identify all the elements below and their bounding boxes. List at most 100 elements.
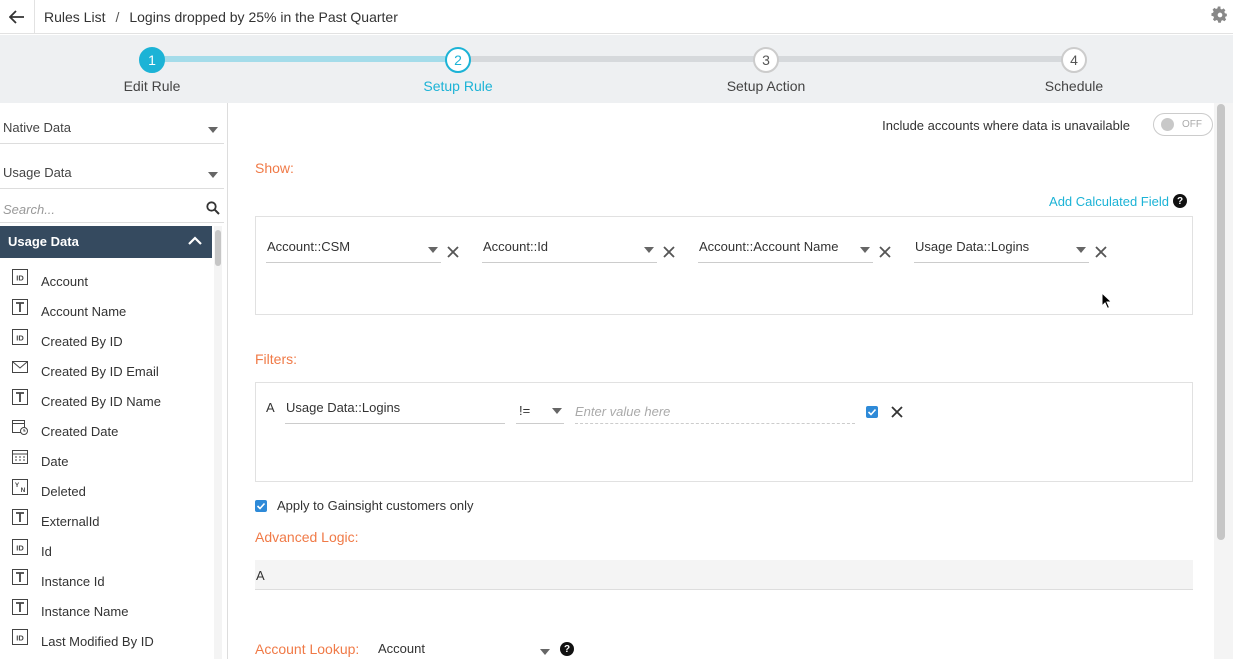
field-label: Created By ID	[41, 334, 123, 349]
field-item[interactable]: ExternalId	[0, 506, 212, 536]
field-item[interactable]: Account Name	[0, 296, 212, 326]
add-calculated-field-link[interactable]: Add Calculated Field	[1049, 194, 1169, 209]
filter-operator-value: !=	[519, 403, 531, 418]
field-item[interactable]: Instance Id	[0, 566, 212, 596]
field-item[interactable]: Created Date	[0, 416, 212, 446]
help-icon[interactable]: ?	[1173, 194, 1187, 208]
main-scrollbar-thumb[interactable]	[1217, 104, 1225, 540]
step-number: 3	[753, 47, 779, 73]
field-group-header[interactable]: Usage Data	[0, 226, 212, 258]
step-number: 1	[139, 47, 165, 73]
back-arrow-icon[interactable]	[0, 0, 34, 34]
field-item[interactable]: YN Deleted	[0, 476, 212, 506]
field-list: ID Account Account Name ID Created By ID…	[0, 266, 212, 656]
svg-text:N: N	[21, 487, 26, 494]
show-column-value: Account::CSM	[267, 239, 351, 254]
close-icon[interactable]	[879, 246, 891, 258]
field-item[interactable]: Created By ID Email	[0, 356, 212, 386]
field-label: Account Name	[41, 304, 127, 319]
chevron-down-icon	[428, 247, 438, 253]
include-accounts-toggle[interactable]: OFF	[1153, 113, 1213, 136]
object-select[interactable]: Usage Data	[0, 155, 224, 189]
field-label: ExternalId	[41, 514, 100, 529]
breadcrumb-rules-list[interactable]: Rules List	[35, 9, 105, 25]
help-icon[interactable]: ?	[560, 642, 574, 656]
account-lookup-label: Account Lookup:	[255, 641, 360, 657]
boolean-field-icon: YN	[12, 479, 28, 495]
advanced-logic-title: Advanced Logic:	[255, 529, 359, 545]
field-item[interactable]: Instance Name	[0, 596, 212, 626]
svg-text:ID: ID	[16, 634, 24, 643]
advanced-logic-input[interactable]	[255, 560, 1193, 590]
close-icon[interactable]	[891, 406, 903, 418]
field-label: Created By ID Name	[41, 394, 161, 409]
mouse-pointer-icon	[1101, 292, 1113, 310]
step-edit-rule[interactable]: 1 Edit Rule	[52, 47, 252, 94]
check-icon	[867, 408, 877, 416]
field-item[interactable]: Created By ID Name	[0, 386, 212, 416]
field-label: Deleted	[41, 484, 86, 499]
step-setup-rule[interactable]: 2 Setup Rule	[358, 47, 558, 94]
step-label: Schedule	[1044, 78, 1104, 94]
step-label: Edit Rule	[123, 78, 181, 94]
chevron-down-icon	[552, 408, 562, 414]
id-field-icon: ID	[12, 269, 28, 285]
field-label: Last Modified By ID	[41, 634, 154, 649]
filter-operator-select[interactable]: !=	[516, 401, 564, 424]
step-schedule[interactable]: 4 Schedule	[974, 47, 1174, 94]
svg-text:ID: ID	[16, 274, 24, 283]
search-input[interactable]	[3, 202, 193, 217]
chevron-down-icon	[540, 649, 550, 655]
field-group-title: Usage Data	[8, 234, 79, 249]
step-setup-action[interactable]: 3 Setup Action	[666, 47, 866, 94]
id-field-icon: ID	[12, 329, 28, 345]
filters-box: A Usage Data::Logins !=	[255, 382, 1193, 482]
field-label: Instance Id	[41, 574, 105, 589]
show-column-select[interactable]: Usage Data::Logins	[914, 239, 1089, 263]
chevron-down-icon	[1076, 247, 1086, 253]
filter-value-input[interactable]	[575, 399, 855, 424]
close-icon[interactable]	[1095, 246, 1107, 258]
field-item[interactable]: Date	[0, 446, 212, 476]
step-label: Setup Action	[726, 78, 806, 94]
field-item[interactable]: ID Last Modified By ID	[0, 626, 212, 656]
chevron-up-icon[interactable]	[188, 236, 202, 246]
chevron-down-icon	[644, 247, 654, 253]
step-label: Setup Rule	[423, 78, 493, 94]
text-field-icon	[12, 569, 28, 585]
id-field-icon: ID	[12, 629, 28, 645]
show-column-value: Account::Id	[483, 239, 549, 254]
gear-icon[interactable]	[1211, 6, 1229, 24]
object-value: Usage Data	[3, 165, 72, 180]
close-icon[interactable]	[447, 246, 459, 258]
sidebar-scrollbar[interactable]	[214, 226, 222, 659]
show-column-value: Account::Account Name	[699, 239, 839, 254]
field-label: Instance Name	[41, 604, 129, 619]
toggle-knob	[1161, 118, 1174, 131]
close-icon[interactable]	[663, 246, 675, 258]
search-icon[interactable]	[206, 201, 220, 215]
sidebar-scrollbar-thumb[interactable]	[215, 230, 221, 266]
show-column-value: Usage Data::Logins	[915, 239, 1030, 254]
filter-field-select[interactable]: Usage Data::Logins	[285, 399, 505, 424]
account-lookup-select[interactable]: Account	[377, 639, 552, 661]
apply-gainsight-checkbox[interactable]	[255, 500, 267, 512]
wizard-stepper: 1 Edit Rule 2 Setup Rule 3 Setup Action …	[0, 35, 1233, 103]
show-column-select[interactable]: Account::Id	[482, 239, 657, 263]
email-field-icon	[12, 361, 28, 373]
show-column-select[interactable]: Account::Account Name	[698, 239, 873, 263]
filter-checkbox[interactable]	[866, 406, 878, 418]
text-field-icon	[12, 599, 28, 615]
field-item[interactable]: ID Created By ID	[0, 326, 212, 356]
field-item[interactable]: ID Id	[0, 536, 212, 566]
field-search	[0, 199, 224, 223]
page-title: Logins dropped by 25% in the Past Quarte…	[129, 8, 398, 25]
datetime-field-icon	[12, 420, 28, 435]
field-label: Account	[41, 274, 88, 289]
show-column-select[interactable]: Account::CSM	[266, 239, 441, 263]
field-item[interactable]: ID Account	[0, 266, 212, 296]
account-lookup-value: Account	[378, 641, 425, 656]
data-source-select[interactable]: Native Data	[0, 110, 224, 144]
calendar-icon	[12, 450, 28, 464]
field-label: Created Date	[41, 424, 119, 439]
